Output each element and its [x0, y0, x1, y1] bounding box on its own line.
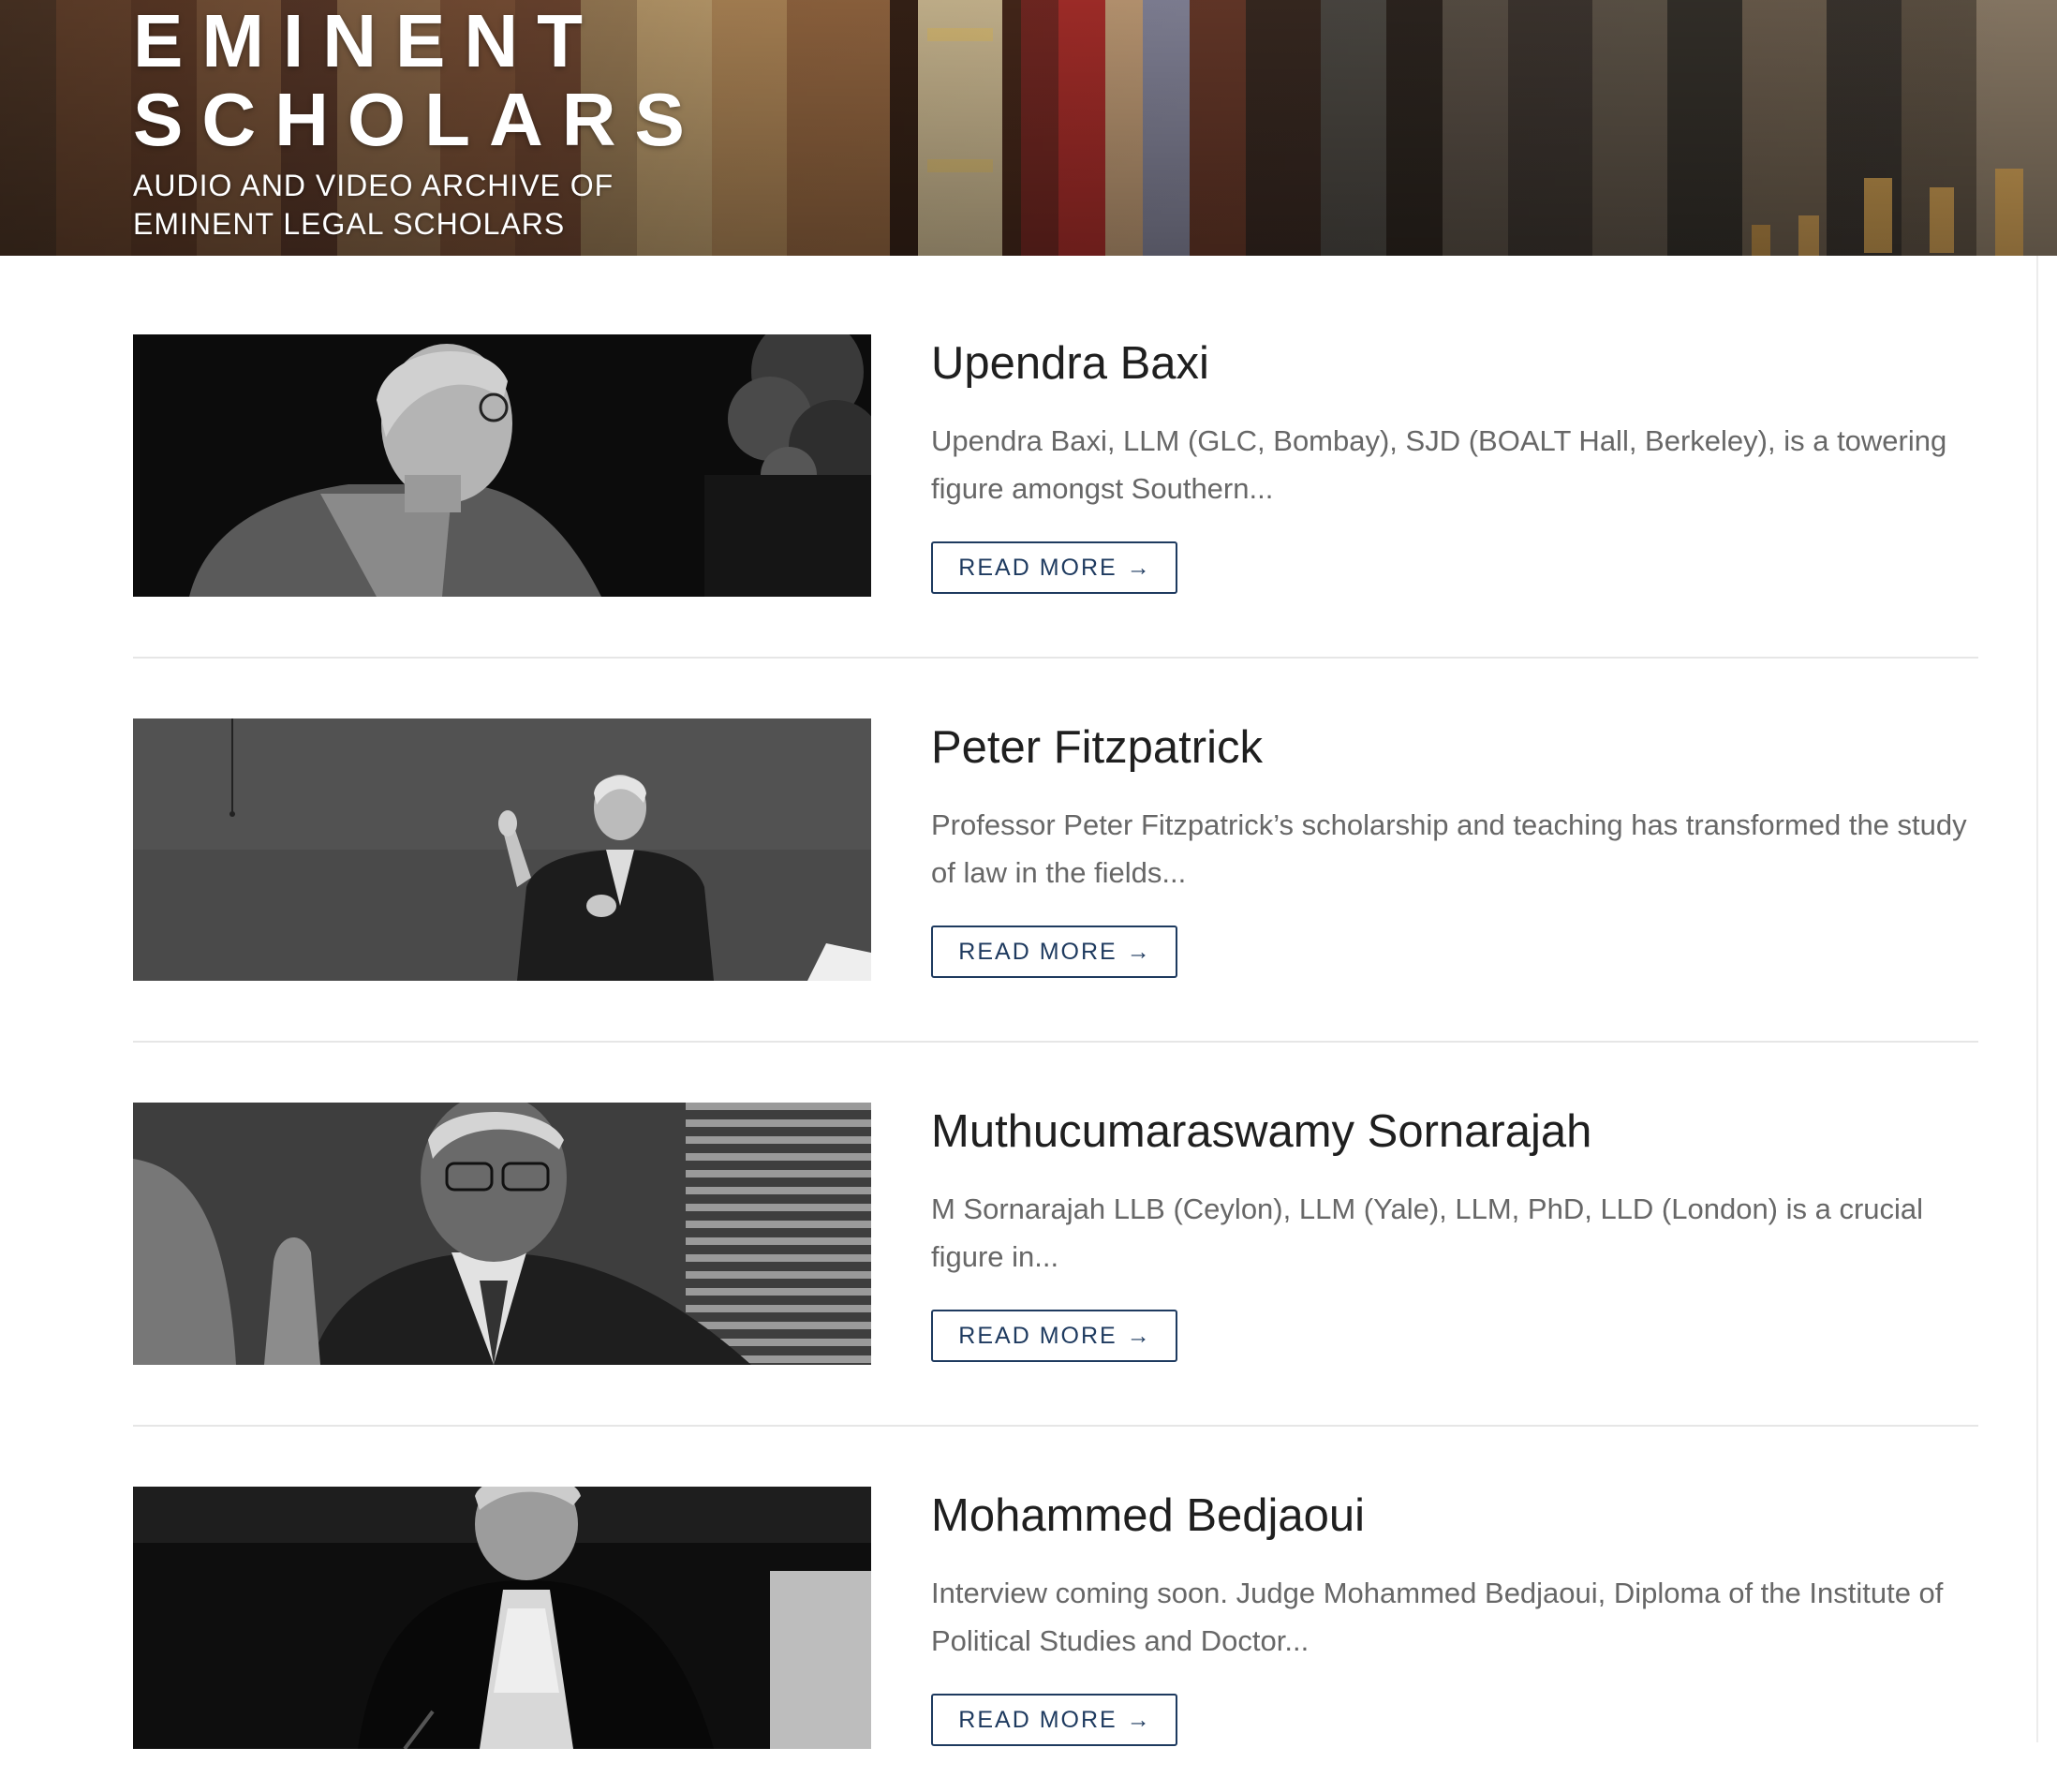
- portrait-image: [133, 1487, 871, 1749]
- read-more-button[interactable]: READ MORE →: [931, 1310, 1177, 1362]
- scholar-photo[interactable]: [133, 1103, 871, 1365]
- scholar-card: Muthucumaraswamy Sornarajah M Sornarajah…: [133, 1024, 1978, 1427]
- arrow-right-icon: →: [1126, 1707, 1150, 1733]
- scholar-name[interactable]: Mohammed Bedjaoui: [931, 1487, 1365, 1545]
- read-more-label: READ MORE: [958, 939, 1117, 965]
- scholar-card: Peter Fitzpatrick Professor Peter Fitzpa…: [133, 640, 1978, 1043]
- scholar-photo[interactable]: [133, 334, 871, 597]
- read-more-button[interactable]: READ MORE →: [931, 1694, 1177, 1746]
- scholar-name[interactable]: Peter Fitzpatrick: [931, 718, 1263, 777]
- arrow-right-icon: →: [1126, 555, 1150, 581]
- scholar-name[interactable]: Muthucumaraswamy Sornarajah: [931, 1103, 1591, 1161]
- portrait-image: [133, 718, 871, 981]
- arrow-right-icon: →: [1126, 1323, 1150, 1349]
- read-more-label: READ MORE: [958, 1707, 1117, 1733]
- hero-banner: EMINENT SCHOLARS AUDIO AND VIDEO ARCHIVE…: [0, 0, 2057, 256]
- page-title: EMINENT SCHOLARS: [133, 2, 703, 159]
- arrow-right-icon: →: [1126, 939, 1150, 965]
- read-more-button[interactable]: READ MORE →: [931, 926, 1177, 978]
- page-title-line-2: SCHOLARS: [133, 78, 703, 161]
- scholar-photo[interactable]: [133, 718, 871, 981]
- page-edge-divider: [2036, 256, 2038, 1742]
- scholar-name[interactable]: Upendra Baxi: [931, 334, 1209, 392]
- read-more-button[interactable]: READ MORE →: [931, 541, 1177, 594]
- portrait-image: [133, 334, 871, 597]
- page-title-line-1: EMINENT: [133, 0, 601, 82]
- read-more-label: READ MORE: [958, 1323, 1117, 1349]
- scholar-excerpt: Interview coming soon. Judge Mohammed Be…: [931, 1577, 1944, 1657]
- scholar-excerpt: M Sornarajah LLB (Ceylon), LLM (Yale), L…: [931, 1192, 1924, 1273]
- scholar-excerpt: Upendra Baxi, LLM (GLC, Bombay), SJD (BO…: [931, 424, 1947, 505]
- scholar-card: Upendra Baxi Upendra Baxi, LLM (GLC, Bom…: [133, 256, 1978, 659]
- read-more-label: READ MORE: [958, 555, 1117, 581]
- portrait-image: [133, 1103, 871, 1365]
- scholar-photo[interactable]: [133, 1487, 871, 1749]
- scholar-card: Mohammed Bedjaoui Interview coming soon.…: [133, 1408, 1978, 1792]
- page-subtitle: AUDIO AND VIDEO ARCHIVE OF EMINENT LEGAL…: [133, 169, 614, 241]
- scholar-excerpt: Professor Peter Fitzpatrick’s scholarshi…: [931, 808, 1967, 889]
